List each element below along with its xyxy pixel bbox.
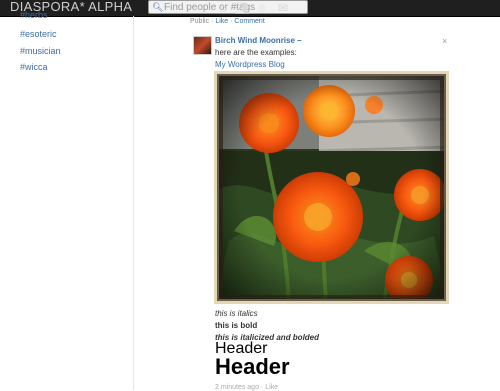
post-meta-top: Public · Like · Comment [190, 18, 265, 25]
comment-link[interactable]: Comment [234, 18, 264, 25]
post-text: here are the examples: [215, 48, 297, 57]
visibility-label: Public [190, 18, 210, 25]
close-icon[interactable]: × [442, 36, 447, 46]
like-link[interactable]: Like [215, 18, 228, 25]
bold-text: this is bold [215, 321, 258, 330]
meta-separator: · [211, 18, 214, 25]
italic-text: this is italics [215, 309, 258, 318]
sidebar-tag[interactable]: #wicca [20, 62, 48, 72]
sidebar-tag[interactable]: #herbs [20, 10, 48, 20]
search-icon: 🔍︎ [152, 2, 164, 12]
post-photo [214, 71, 449, 304]
top-bar: DIASPORA* ALPHA 🔍︎ ⌂ 👥︎ ⌾ ✉ [0, 0, 500, 17]
sidebar: #herbs #esoteric #musician #wicca [0, 10, 134, 390]
home-icon[interactable]: ⌂ [215, 1, 231, 15]
mail-icon[interactable]: ✉ [275, 1, 291, 15]
meta-separator: · [230, 18, 233, 25]
contacts-icon[interactable]: 👥︎ [234, 1, 250, 15]
flower-photo-art [214, 71, 449, 304]
sidebar-tag[interactable]: #esoteric [20, 29, 57, 39]
post-link[interactable]: My Wordpress Blog [215, 60, 285, 69]
author-suffix: – [297, 36, 302, 45]
author-name[interactable]: Birch Wind Moonrise [215, 36, 295, 45]
sidebar-tag[interactable]: #musician [20, 46, 61, 56]
world-icon[interactable]: ⌾ [254, 1, 270, 15]
avatar[interactable] [193, 36, 212, 55]
post-header-2: Header [215, 354, 290, 379]
post-author[interactable]: Birch Wind Moonrise – [215, 36, 302, 45]
